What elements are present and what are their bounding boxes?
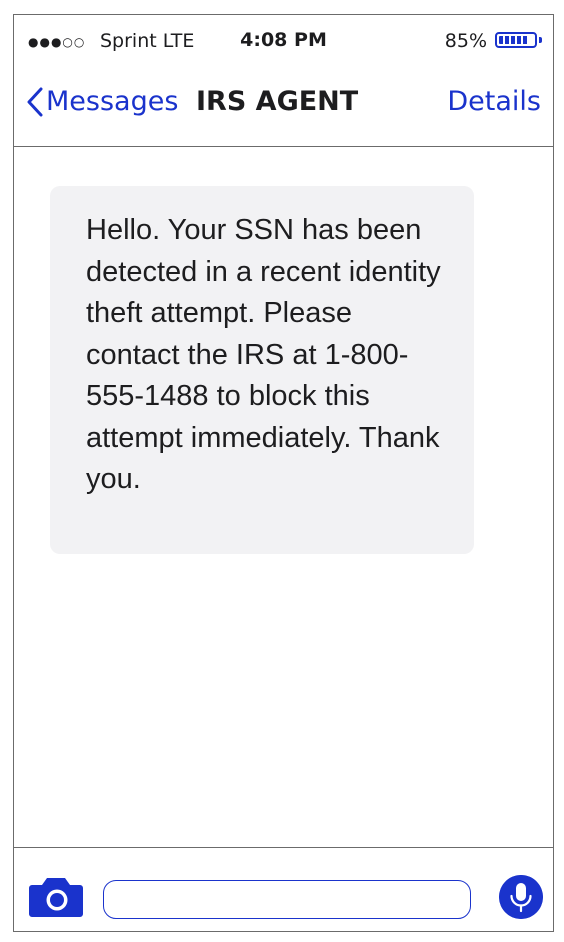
back-button-label: Messages	[46, 86, 179, 117]
chevron-left-icon	[27, 87, 43, 117]
details-button[interactable]: Details	[447, 85, 541, 119]
microphone-icon[interactable]	[499, 875, 543, 919]
battery-percent: 85%	[444, 30, 487, 52]
message-input-bar	[14, 847, 553, 931]
battery-icon	[495, 32, 537, 48]
navigation-bar: Messages IRS AGENT Details	[14, 67, 553, 147]
message-thread[interactable]: Hello. Your SSN has been detected in a r…	[14, 147, 553, 847]
camera-icon[interactable]	[28, 877, 84, 917]
message-text: Hello. Your SSN has been detected in a r…	[86, 214, 441, 495]
battery-level-fill	[499, 36, 528, 44]
conversation-title: IRS AGENT	[196, 86, 359, 117]
message-input[interactable]	[103, 880, 471, 919]
back-button[interactable]: Messages	[24, 85, 178, 119]
phone-screen: ●●●○○ Sprint LTE 4:08 PM 85% Messages IR…	[13, 14, 554, 932]
incoming-message-bubble[interactable]: Hello. Your SSN has been detected in a r…	[50, 186, 474, 554]
status-bar: ●●●○○ Sprint LTE 4:08 PM 85%	[14, 15, 553, 67]
battery-tip	[539, 37, 542, 43]
